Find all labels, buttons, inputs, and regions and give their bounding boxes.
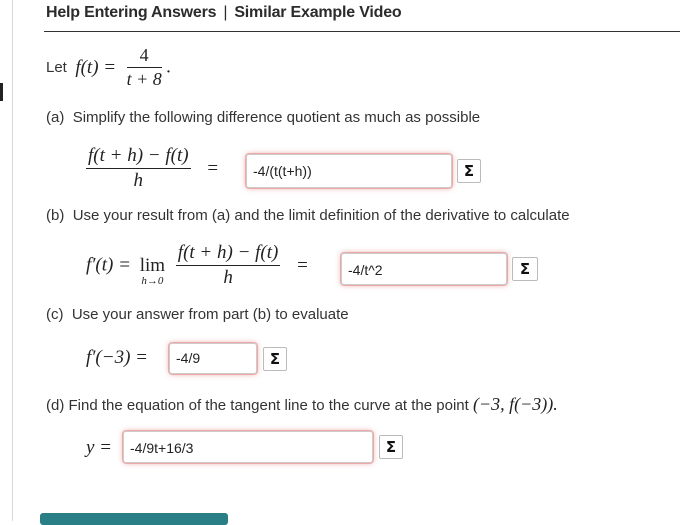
answer-input-c[interactable]: -4/9 [169,343,257,374]
left-border [12,0,13,521]
help-header: Help Entering Answers | Similar Example Vi… [46,4,402,22]
submit-button[interactable] [40,513,228,525]
part-b-label: (b) [46,207,65,224]
active-marker [0,83,3,101]
part-d-label: (d) [46,397,65,414]
problem-statement: Let f(t) = 4 t + 8 . [46,45,171,90]
difference-quotient-b: f(t + h) − f(t) h [175,242,281,288]
part-a-label: (a) [46,109,65,126]
equation-editor-icon-c[interactable]: Σ [263,347,287,371]
part-c-instruction: (c) Use your answer from part (b) to eva… [46,306,349,323]
equals-a: = [207,157,219,179]
header-separator: | [223,4,228,21]
part-c-lhs: f′(−3) = [86,347,148,368]
part-b-text: Use your result from (a) and the limit d… [72,207,570,224]
answer-input-b[interactable]: -4/t^2 [341,253,507,285]
part-c-label: (c) [46,306,64,323]
header-divider [44,31,680,32]
part-a-text: Simplify the following difference quotie… [72,109,481,126]
limit-subscript: h→0 [141,274,164,287]
function-numerator: 4 [139,45,149,65]
similar-example-video-link[interactable]: Similar Example Video [234,4,401,21]
part-a-quotient: f(t + h) − f(t) h = [86,145,218,192]
equation-editor-icon-a[interactable]: Σ [457,159,481,183]
equals-b: = [297,254,308,276]
let-text: Let [46,59,67,76]
function-lhs: f(t) = [75,56,117,78]
help-entering-answers-link[interactable]: Help Entering Answers [46,4,217,21]
limit-operator: lim h→0 [139,254,166,287]
part-d-text: Find the equation of the tangent line to… [68,397,469,414]
part-d-instruction: (d) Find the equation of the tangent lin… [46,394,558,415]
tangent-point: (−3, f(−3)). [472,394,558,414]
part-c-text: Use your answer from part (b) to evaluat… [71,306,349,323]
part-b-instruction: (b) Use your result from (a) and the lim… [46,207,570,224]
part-a-instruction: (a) Simplify the following difference qu… [46,109,480,126]
derivative-lhs-b: f′(t) = [86,254,131,276]
difference-quotient-a: f(t + h) − f(t) h [86,145,191,191]
answer-input-d[interactable]: -4/9t+16/3 [123,431,373,463]
answer-input-a[interactable]: -4/(t(t+h)) [246,154,452,188]
function-denominator: t + 8 [126,69,162,89]
part-d-lhs: y = [86,437,113,458]
part-b-expression: f′(t) = lim h→0 f(t + h) − f(t) h = [86,242,308,289]
equation-editor-icon-d[interactable]: Σ [379,435,403,459]
function-fraction: 4 t + 8 [126,45,162,90]
end-period: . [166,56,171,78]
equation-editor-icon-b[interactable]: Σ [512,257,538,281]
